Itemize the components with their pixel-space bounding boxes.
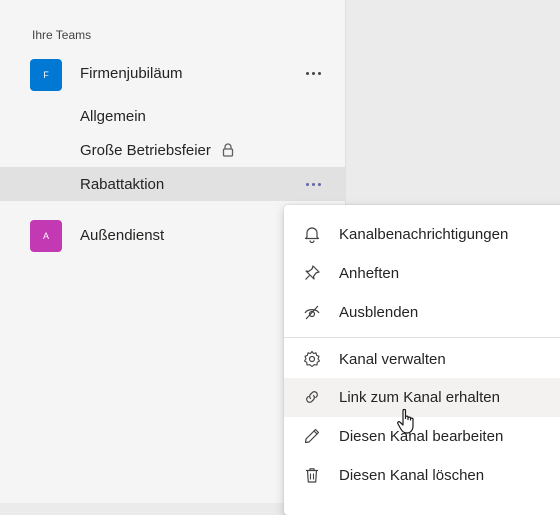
menu-item-pin[interactable]: Anheften (284, 254, 560, 293)
more-options-icon (305, 182, 321, 186)
pin-icon (302, 263, 322, 283)
more-options-button[interactable] (298, 61, 328, 85)
channel-name: Rabattaktion (80, 176, 165, 193)
link-icon (302, 387, 322, 407)
more-options-button[interactable] (298, 172, 328, 196)
channel-name: Allgemein (80, 108, 146, 125)
channel-item-rabattaktion[interactable]: Rabattaktion (0, 167, 346, 201)
team-avatar: A (30, 220, 62, 252)
section-title: Ihre Teams (32, 28, 92, 42)
team-row-firmenjubilaeum[interactable]: F Firmenjubiläum (0, 54, 346, 91)
menu-item-label: Ausblenden (339, 304, 419, 321)
channel-context-menu: Kanalbenachrichtigungen Anheften Ausblen… (284, 205, 560, 515)
team-avatar: F (30, 59, 62, 91)
channel-item-grosse-betriebsfeier[interactable]: Große Betriebsfeier (0, 133, 346, 167)
menu-item-get-link[interactable]: Link zum Kanal erhalten (284, 378, 560, 417)
more-options-icon (305, 71, 321, 75)
menu-item-label: Anheften (339, 265, 400, 282)
menu-item-edit-channel[interactable]: Diesen Kanal bearbeiten (284, 417, 560, 456)
menu-item-delete-channel[interactable]: Diesen Kanal löschen (284, 456, 560, 495)
hide-icon (302, 302, 322, 322)
menu-item-hide[interactable]: Ausblenden (284, 293, 560, 332)
menu-divider (284, 337, 560, 338)
menu-item-manage-channel[interactable]: Kanal verwalten (284, 340, 560, 379)
menu-item-notifications[interactable]: Kanalbenachrichtigungen (284, 215, 560, 254)
team-name: Außendienst (80, 227, 165, 244)
menu-item-label: Kanalbenachrichtigungen (339, 226, 509, 243)
gear-icon (302, 349, 322, 369)
menu-item-label: Diesen Kanal löschen (339, 467, 485, 484)
menu-item-label: Diesen Kanal bearbeiten (339, 428, 504, 445)
channel-item-allgemein[interactable]: Allgemein (0, 99, 346, 133)
hand-cursor-icon (397, 408, 414, 434)
team-name: Firmenjubiläum (80, 65, 183, 82)
menu-item-label: Link zum Kanal erhalten (339, 389, 500, 406)
channel-name: Große Betriebsfeier (80, 142, 211, 159)
trash-icon (302, 465, 322, 485)
menu-item-label: Kanal verwalten (339, 351, 446, 368)
pencil-icon (302, 426, 322, 446)
lock-icon (222, 143, 234, 157)
bell-icon (302, 224, 322, 244)
